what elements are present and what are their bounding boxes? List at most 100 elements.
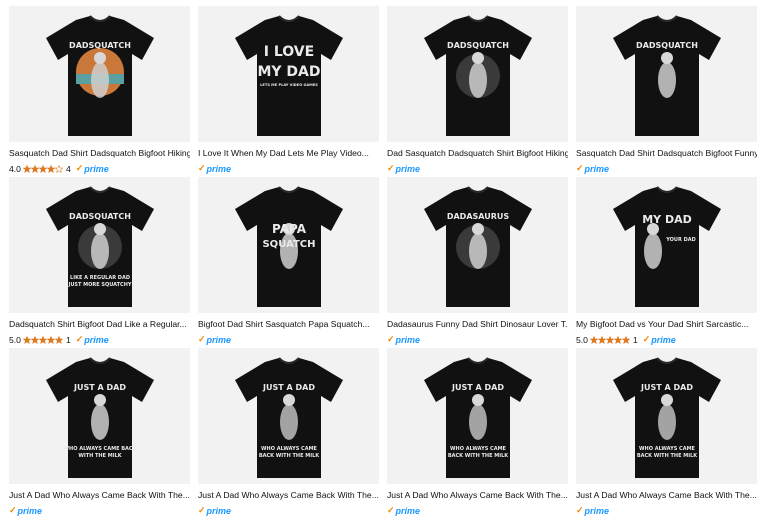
rating-value: 4.0	[9, 163, 21, 174]
shirt-print-text: DADSQUATCH	[69, 212, 131, 221]
product-title[interactable]: Sasquatch Dad Shirt Dadsquatch Bigfoot H…	[9, 148, 190, 159]
product-meta: 5.0 1 ✓ prime	[576, 334, 757, 345]
prime-badge: ✓ prime	[198, 163, 231, 174]
tshirt-image: DADSQUATCH	[45, 15, 154, 136]
shirt-print-text: DADSQUATCH	[636, 41, 698, 50]
tshirt-image: JUST A DAD WHO ALWAYS CAME BACKWITH THE M…	[45, 357, 154, 478]
product-title[interactable]: My Bigfoot Dad vs Your Dad Shirt Sarcast…	[576, 319, 757, 330]
product-meta: ✓ prime	[9, 505, 190, 516]
star-filled-icon	[38, 164, 47, 173]
product-card[interactable]: DADASAURUS Dadasaurus Funny Dad Shirt Din…	[387, 177, 568, 348]
product-image[interactable]: DADASAURUS	[387, 177, 568, 313]
star-rating[interactable]	[22, 164, 63, 173]
star-filled-icon	[22, 164, 31, 173]
prime-badge: ✓ prime	[576, 505, 609, 516]
review-count[interactable]: 1	[633, 335, 638, 345]
product-card[interactable]: MY DAD YOUR DAD My Bigfoot Dad vs Your Dad…	[576, 177, 757, 348]
product-image[interactable]: DADSQUATCH	[387, 6, 568, 142]
product-meta: 4.0 4 ✓ prime	[9, 163, 190, 174]
prime-label: prime	[395, 334, 421, 345]
shirt-print-text: LETS ME PLAY VIDEO GAMES	[260, 83, 318, 87]
product-image[interactable]: I LOVE MY DAD LETS ME PLAY VIDEO GAMES	[198, 6, 379, 142]
prime-badge: ✓ prime	[387, 334, 420, 345]
product-card[interactable]: JUST A DAD WHO ALWAYS CAME BACK WITH THE M…	[387, 348, 568, 518]
product-title[interactable]: Dadsquatch Shirt Bigfoot Dad Like a Regu…	[9, 319, 190, 330]
review-count[interactable]: 1	[66, 335, 71, 345]
product-card[interactable]: I LOVE MY DAD LETS ME PLAY VIDEO GAMES I Lo…	[198, 6, 379, 177]
prime-check-icon: ✓	[75, 334, 84, 344]
tshirt-image: JUST A DAD WHO ALWAYS CAMEBACK WITH THE M…	[423, 357, 532, 478]
product-image[interactable]: PAPA SQUATCH	[198, 177, 379, 313]
product-meta: ✓ prime	[198, 334, 379, 345]
product-title[interactable]: I Love It When My Dad Lets Me Play Video…	[198, 148, 379, 159]
shirt-print-text: JUST A DAD	[262, 383, 315, 392]
shirt-print-text: MY DAD	[642, 213, 692, 226]
product-title[interactable]: Just A Dad Who Always Came Back With The…	[198, 490, 379, 501]
tshirt-image: JUST A DAD WHO ALWAYS CAMEBACK WITH THE M…	[234, 357, 343, 478]
tshirt-image: MY DAD YOUR DAD	[612, 186, 721, 307]
product-title[interactable]: Just A Dad Who Always Came Back With The…	[387, 490, 568, 501]
prime-check-icon: ✓	[75, 163, 84, 173]
prime-label: prime	[584, 163, 610, 174]
review-count[interactable]: 4	[66, 164, 71, 174]
product-meta: 5.0 1 ✓ prime	[9, 334, 190, 345]
shirt-print-text: WHO ALWAYS CAME	[639, 446, 696, 452]
product-card[interactable]: JUST A DAD WHO ALWAYS CAME BACK WITH THE M…	[576, 348, 757, 518]
star-rating[interactable]	[22, 335, 63, 344]
product-image[interactable]: JUST A DAD WHO ALWAYS CAME BACK WITH THE M…	[387, 348, 568, 484]
product-card[interactable]: DADSQUATCH LIKE A REGULAR DAD JUST MORE SQ…	[9, 177, 190, 348]
shirt-print-text: BACK WITH THE MILK	[636, 453, 697, 459]
star-filled-icon	[38, 335, 47, 344]
rating-value: 5.0	[9, 334, 21, 345]
prime-label: prime	[84, 163, 109, 174]
prime-label: prime	[206, 334, 232, 345]
product-image[interactable]: JUST A DAD WHO ALWAYS CAME BACK WITH THE M…	[198, 348, 379, 484]
tshirt-image: DADSQUATCH	[612, 15, 721, 136]
product-meta: ✓ prime	[387, 163, 568, 174]
product-card[interactable]: DADSQUATCH Sasquatch Dad Shirt Dadsquatch…	[576, 6, 757, 177]
prime-badge: ✓ prime	[76, 334, 109, 345]
product-image[interactable]: DADSQUATCH	[576, 6, 757, 142]
product-card[interactable]: PAPA SQUATCH Bigfoot Dad Shirt Sasquatch P…	[198, 177, 379, 348]
shirt-print-text: WHO ALWAYS CAME	[261, 446, 318, 452]
product-card[interactable]: DADSQUATCH Sasquatch Dad Shirt Dadsquatch…	[9, 6, 190, 177]
product-meta: ✓ prime	[576, 505, 757, 516]
shirt-print-text: WITH THE MILK	[78, 453, 122, 459]
product-title[interactable]: Just A Dad Who Always Came Back With The…	[576, 490, 757, 501]
tshirt-image: JUST A DAD WHO ALWAYS CAMEBACK WITH THE M…	[612, 357, 721, 478]
product-title[interactable]: Dad Sasquatch Dadsquatch Shirt Bigfoot H…	[387, 148, 568, 159]
tshirt-image: DADSQUATCH LIKE A REGULAR DADJUST MORE SQ…	[45, 186, 154, 307]
prime-label: prime	[206, 163, 232, 174]
shirt-print-text: MY DAD	[257, 64, 320, 80]
product-title[interactable]: Sasquatch Dad Shirt Dadsquatch Bigfoot F…	[576, 148, 757, 159]
product-image[interactable]: DADSQUATCH LIKE A REGULAR DAD JUST MORE SQ…	[9, 177, 190, 313]
product-title[interactable]: Dadasaurus Funny Dad Shirt Dinosaur Love…	[387, 319, 568, 330]
shirt-print-text: DADSQUATCH	[69, 41, 131, 50]
prime-badge: ✓ prime	[643, 334, 676, 345]
prime-check-icon: ✓	[642, 334, 651, 344]
shirt-print-text: JUST A DAD	[451, 383, 504, 392]
shirt-print-text: I LOVE	[263, 44, 313, 60]
product-meta: ✓ prime	[198, 505, 379, 516]
product-card[interactable]: DADSQUATCH Dad Sasquatch Dadsquatch Shirt…	[387, 6, 568, 177]
star-rating[interactable]	[589, 335, 630, 344]
product-image[interactable]: JUST A DAD WHO ALWAYS CAME BACK WITH THE M…	[576, 348, 757, 484]
prime-label: prime	[17, 505, 43, 516]
star-empty-icon	[54, 164, 63, 173]
prime-badge: ✓ prime	[576, 163, 609, 174]
product-image[interactable]: JUST A DAD WHO ALWAYS CAME BACK WITH THE M…	[9, 348, 190, 484]
prime-label: prime	[395, 505, 421, 516]
star-filled-icon	[30, 164, 39, 173]
prime-badge: ✓ prime	[198, 505, 231, 516]
product-card[interactable]: JUST A DAD WHO ALWAYS CAME BACK WITH THE M…	[9, 348, 190, 518]
product-image[interactable]: MY DAD YOUR DAD	[576, 177, 757, 313]
prime-badge: ✓ prime	[387, 163, 420, 174]
star-filled-icon	[30, 335, 39, 344]
star-filled-icon	[54, 335, 63, 344]
prime-check-icon: ✓	[387, 505, 395, 515]
product-title[interactable]: Bigfoot Dad Shirt Sasquatch Papa Squatch…	[198, 319, 379, 330]
product-image[interactable]: DADSQUATCH	[9, 6, 190, 142]
product-card[interactable]: JUST A DAD WHO ALWAYS CAME BACK WITH THE M…	[198, 348, 379, 518]
product-title[interactable]: Just A Dad Who Always Came Back With The…	[9, 490, 190, 501]
star-filled-icon	[46, 164, 55, 173]
